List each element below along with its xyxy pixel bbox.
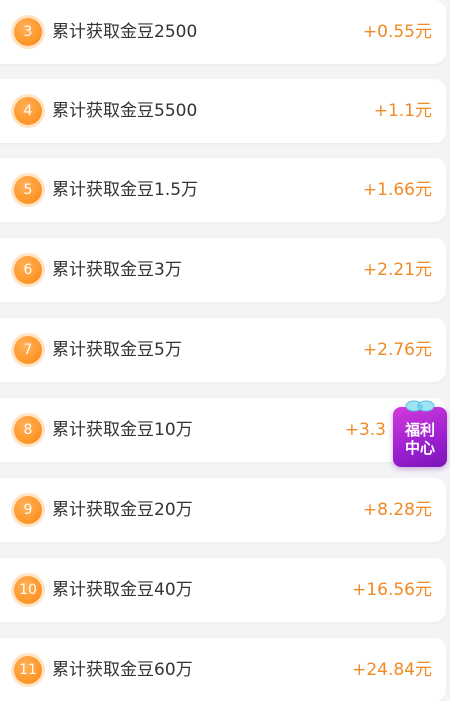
reward-amount: +2.76元 (362, 340, 432, 360)
reward-label: 累计获取金豆60万 (52, 660, 193, 680)
reward-row: 6 累计获取金豆3万 +2.21元 (0, 238, 446, 302)
reward-row: 10 累计获取金豆40万 +16.56元 (0, 558, 446, 622)
reward-amount: +3.3 (344, 420, 386, 440)
reward-label: 累计获取金豆5万 (52, 340, 182, 360)
reward-label: 累计获取金豆1.5万 (52, 180, 199, 200)
reward-label: 累计获取金豆20万 (52, 500, 193, 520)
welfare-center-label-line2: 中心 (404, 439, 435, 457)
step-number-badge: 9 (14, 496, 42, 524)
reward-amount: +16.56元 (352, 580, 432, 600)
step-number-badge: 11 (14, 656, 42, 684)
reward-row: 8 累计获取金豆10万 +3.3 (0, 398, 446, 462)
reward-label: 累计获取金豆2500 (52, 22, 198, 42)
welfare-center-button[interactable]: 福利 中心 (393, 400, 447, 467)
step-number-badge: 3 (14, 18, 42, 46)
reward-amount: +2.21元 (362, 260, 432, 280)
reward-list: 3 累计获取金豆2500 +0.55元 4 累计获取金豆5500 +1.1元 5… (0, 0, 450, 701)
step-number-badge: 10 (14, 576, 42, 604)
welfare-center-label-line1: 福利 (404, 421, 435, 439)
reward-label: 累计获取金豆10万 (52, 420, 193, 440)
step-number-badge: 7 (14, 336, 42, 364)
reward-row: 5 累计获取金豆1.5万 +1.66元 (0, 158, 446, 222)
reward-label: 累计获取金豆40万 (52, 580, 193, 600)
reward-row: 11 累计获取金豆60万 +24.84元 (0, 638, 446, 701)
reward-amount: +1.66元 (362, 180, 432, 200)
gift-bow-icon (405, 400, 435, 412)
reward-row: 3 累计获取金豆2500 +0.55元 (0, 0, 446, 64)
reward-row: 4 累计获取金豆5500 +1.1元 (0, 79, 446, 143)
reward-amount: +1.1元 (373, 101, 432, 121)
reward-label: 累计获取金豆3万 (52, 260, 182, 280)
reward-label: 累计获取金豆5500 (52, 101, 198, 121)
step-number-badge: 6 (14, 256, 42, 284)
step-number-badge: 5 (14, 176, 42, 204)
step-number-badge: 4 (14, 97, 42, 125)
step-number-badge: 8 (14, 416, 42, 444)
reward-row: 7 累计获取金豆5万 +2.76元 (0, 318, 446, 382)
reward-amount: +0.55元 (362, 22, 432, 42)
reward-amount: +8.28元 (362, 500, 432, 520)
reward-row: 9 累计获取金豆20万 +8.28元 (0, 478, 446, 542)
reward-amount: +24.84元 (352, 660, 432, 680)
